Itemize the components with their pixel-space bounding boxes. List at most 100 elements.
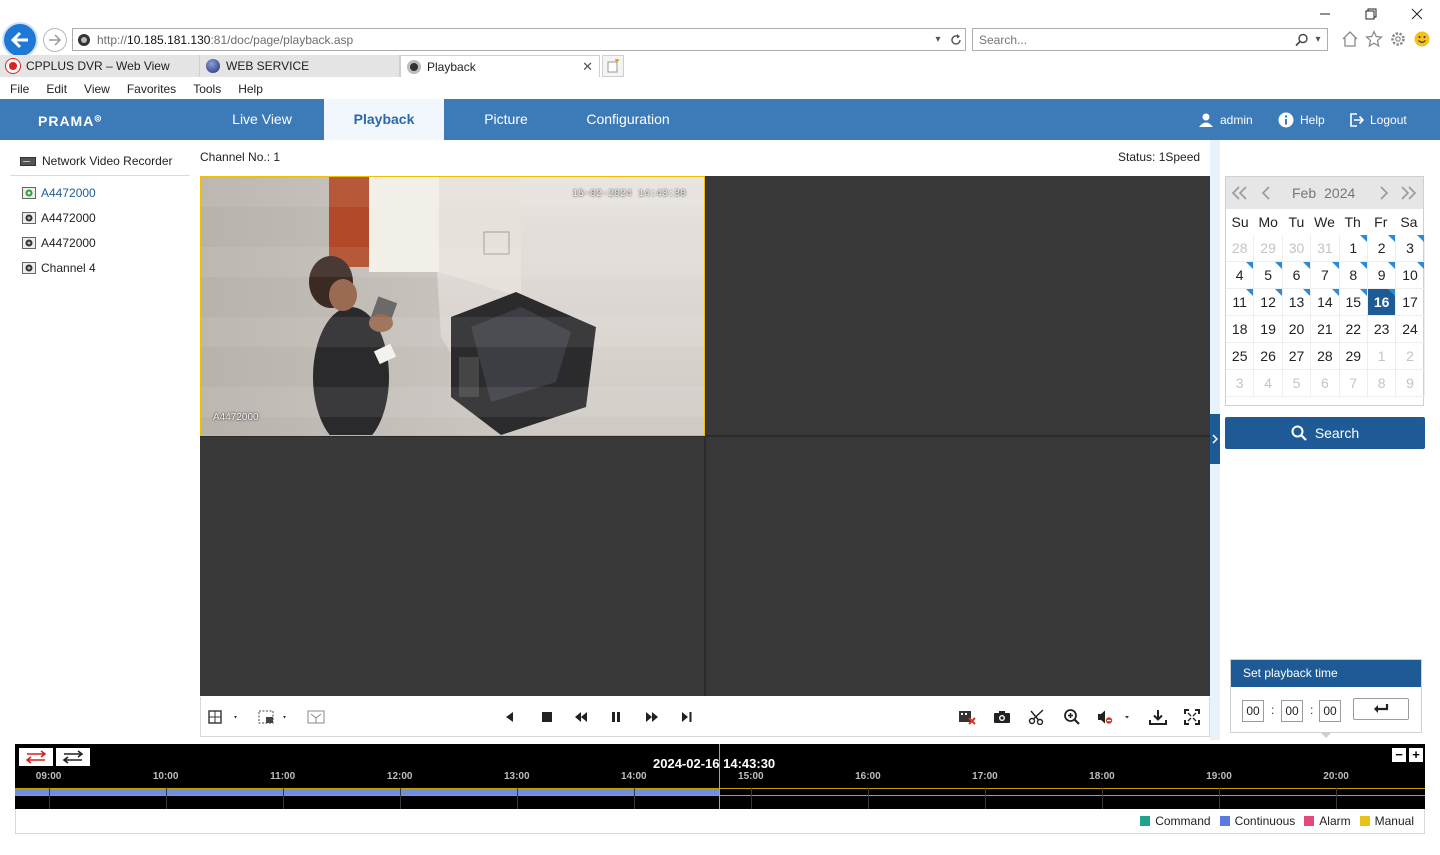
prev-year-icon[interactable]	[1230, 183, 1250, 203]
feedback-smiley-icon[interactable]	[1412, 29, 1432, 49]
menu-favorites[interactable]: Favorites	[127, 79, 184, 99]
stop-all-button[interactable]	[956, 706, 978, 728]
collapse-panel-handle[interactable]	[1210, 414, 1220, 464]
capture-button[interactable]	[991, 706, 1013, 728]
calendar-day[interactable]: 1	[1339, 235, 1368, 262]
tree-channel-2[interactable]: A4472000	[22, 211, 96, 225]
video-pane-3[interactable]	[200, 437, 704, 696]
menu-view[interactable]: View	[84, 79, 118, 99]
download-button[interactable]	[1147, 706, 1169, 728]
calendar-day[interactable]: 19	[1254, 316, 1283, 343]
calendar-day[interactable]: 15	[1339, 289, 1368, 316]
search-icon[interactable]	[1295, 33, 1309, 47]
minute-input[interactable]: 00	[1281, 700, 1303, 722]
calendar-day[interactable]: 9	[1367, 262, 1397, 289]
calendar-day[interactable]: 22	[1339, 316, 1368, 343]
calendar-day[interactable]: 1	[1367, 343, 1397, 370]
second-input[interactable]: 00	[1319, 700, 1341, 722]
digital-zoom-button[interactable]	[305, 706, 327, 728]
back-button[interactable]	[2, 22, 38, 58]
calendar-day[interactable]: 29	[1339, 343, 1368, 370]
calendar-day[interactable]: 10	[1396, 262, 1425, 289]
calendar-day-selected[interactable]: 16	[1367, 289, 1397, 316]
calendar-day[interactable]: 20	[1282, 316, 1312, 343]
logout-link[interactable]: Logout	[1348, 99, 1407, 140]
tree-channel-3[interactable]: A4472000	[22, 236, 96, 250]
search-dropdown-icon[interactable]: ▾	[1309, 31, 1327, 49]
stop-button[interactable]	[536, 706, 558, 728]
audio-button[interactable]	[1096, 706, 1132, 728]
user-menu[interactable]: admin	[1198, 99, 1253, 140]
calendar-day[interactable]: 4	[1254, 370, 1283, 397]
tree-channel-1[interactable]: A4472000	[22, 186, 96, 200]
video-pane-4[interactable]	[706, 437, 1210, 696]
region-select-button[interactable]	[255, 706, 289, 728]
favorites-star-icon[interactable]	[1364, 29, 1384, 49]
nav-playback[interactable]: Playback	[324, 99, 444, 140]
calendar-day[interactable]: 6	[1282, 262, 1312, 289]
menu-file[interactable]: File	[10, 79, 37, 99]
timeline-cursor[interactable]	[718, 744, 720, 809]
window-layout-button[interactable]	[206, 706, 240, 728]
video-pane-2[interactable]	[706, 176, 1210, 435]
next-year-icon[interactable]	[1398, 183, 1418, 203]
nav-configuration[interactable]: Configuration	[568, 99, 688, 140]
timeline-sync-red-button[interactable]	[19, 748, 53, 766]
timeline-sync-button[interactable]	[56, 748, 90, 766]
calendar-day[interactable]: 3	[1226, 370, 1255, 397]
menu-tools[interactable]: Tools	[193, 79, 229, 99]
fullscreen-button[interactable]	[1181, 706, 1203, 728]
close-tab-icon[interactable]: ✕	[582, 59, 593, 75]
pause-button[interactable]	[605, 706, 627, 728]
browser-search-box[interactable]: ▾	[972, 28, 1328, 51]
apply-time-button[interactable]	[1353, 698, 1409, 720]
zoom-in-button[interactable]	[1061, 706, 1083, 728]
home-icon[interactable]	[1340, 29, 1360, 49]
new-tab-button[interactable]	[602, 55, 624, 77]
calendar-day[interactable]: 27	[1282, 343, 1312, 370]
calendar-day[interactable]: 6	[1311, 370, 1340, 397]
restore-button[interactable]	[1348, 0, 1394, 28]
hour-input[interactable]: 00	[1242, 700, 1264, 722]
calendar-day[interactable]: 3	[1396, 235, 1425, 262]
calendar-day[interactable]: 11	[1226, 289, 1255, 316]
tab-web-service[interactable]: WEB SERVICE	[200, 55, 400, 77]
menu-edit[interactable]: Edit	[46, 79, 75, 99]
calendar-day[interactable]: 4	[1226, 262, 1255, 289]
prev-month-icon[interactable]	[1256, 183, 1276, 203]
calendar-day[interactable]: 21	[1311, 316, 1340, 343]
calendar-day[interactable]: 5	[1254, 262, 1283, 289]
tree-root-nvr[interactable]: Network Video Recorder	[20, 154, 173, 168]
calendar-day[interactable]: 26	[1254, 343, 1283, 370]
settings-gear-icon[interactable]	[1388, 29, 1408, 49]
slow-down-button[interactable]	[570, 706, 592, 728]
calendar-day[interactable]: 14	[1311, 289, 1340, 316]
calendar-day[interactable]: 8	[1339, 262, 1368, 289]
tab-cpplus[interactable]: CPPLUS DVR – Web View	[0, 55, 200, 77]
calendar-day[interactable]: 5	[1282, 370, 1312, 397]
nav-live-view[interactable]: Live View	[201, 99, 323, 140]
calendar-day[interactable]: 12	[1254, 289, 1283, 316]
forward-button[interactable]	[43, 28, 67, 52]
help-link[interactable]: Help	[1278, 99, 1325, 140]
calendar-day[interactable]: 7	[1339, 370, 1368, 397]
address-bar[interactable]: http://10.185.181.130:81/doc/page/playba…	[72, 28, 966, 51]
calendar-day[interactable]: 29	[1254, 235, 1283, 262]
playback-timeline[interactable]: 2024-02-16 14:43:30 09:00 10:00 11:00 12:00…	[15, 744, 1425, 809]
previous-frame-button[interactable]	[499, 706, 521, 728]
calendar-day[interactable]: 9	[1396, 370, 1425, 397]
calendar-day[interactable]: 25	[1226, 343, 1255, 370]
calendar-day[interactable]: 24	[1396, 316, 1425, 343]
calendar-day[interactable]: 30	[1282, 235, 1312, 262]
menu-help[interactable]: Help	[238, 79, 271, 99]
calendar-day[interactable]: 18	[1226, 316, 1255, 343]
calendar-day[interactable]: 17	[1396, 289, 1425, 316]
calendar-day[interactable]: 2	[1367, 235, 1397, 262]
next-frame-button[interactable]	[676, 706, 698, 728]
clip-button[interactable]	[1026, 706, 1048, 728]
calendar-day[interactable]: 13	[1282, 289, 1312, 316]
next-month-icon[interactable]	[1374, 183, 1394, 203]
calendar-day[interactable]: 28	[1311, 343, 1340, 370]
search-recordings-button[interactable]: Search	[1225, 417, 1425, 449]
video-pane-1[interactable]: 15-02-2024 14:43:30 A4472000	[200, 176, 705, 436]
